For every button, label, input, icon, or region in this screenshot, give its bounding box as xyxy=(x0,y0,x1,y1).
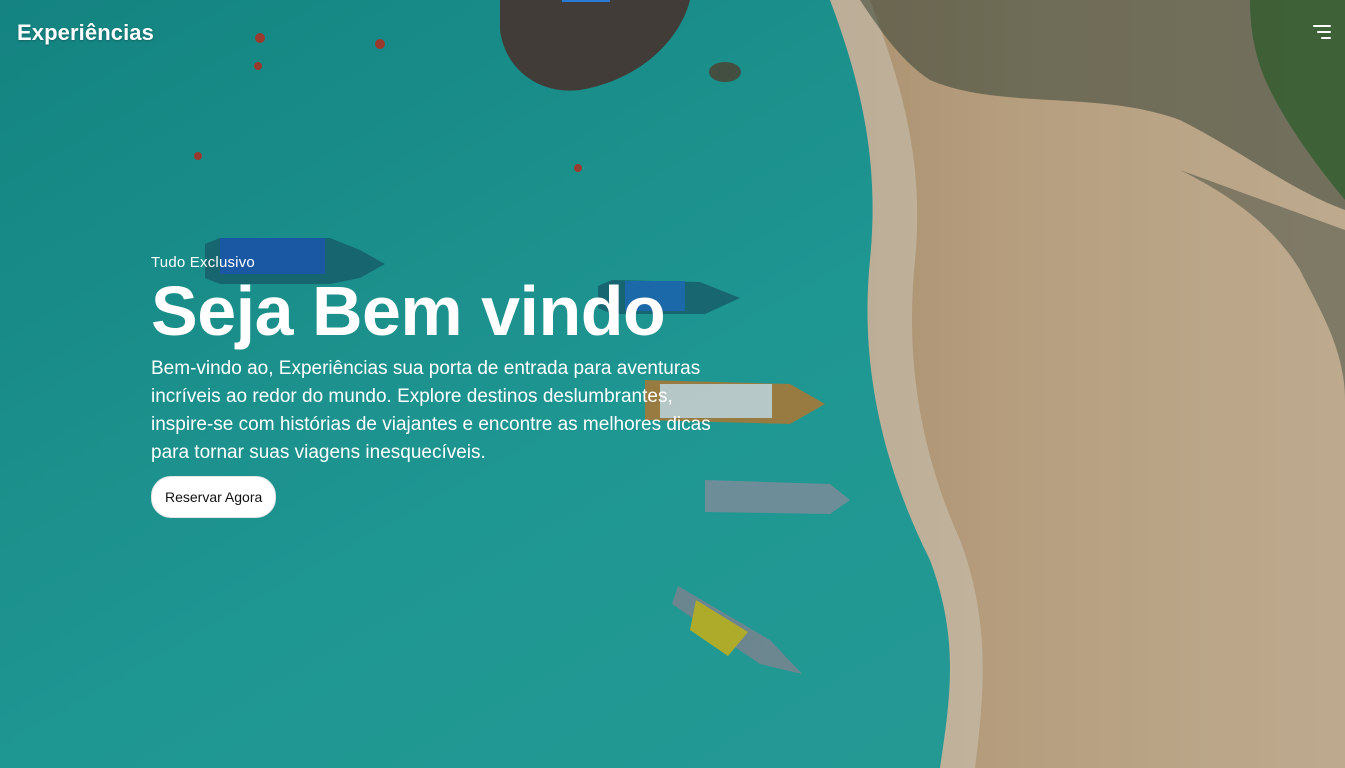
brand-logo[interactable]: Experiências xyxy=(17,20,154,46)
hero-section: Experiências Tudo Exclusivo Seja Bem vin… xyxy=(0,0,1345,768)
menu-line-middle xyxy=(1317,31,1331,33)
hero-description: Bem-vindo ao, Experiências sua porta de … xyxy=(151,358,711,463)
hamburger-menu-icon[interactable] xyxy=(1313,25,1331,39)
reserve-now-button[interactable]: Reservar Agora xyxy=(151,476,277,518)
hero-content: Tudo Exclusivo Seja Bem vindo Bem-vindo … xyxy=(151,254,751,518)
top-accent-bar xyxy=(562,0,610,2)
hero-eyebrow: Tudo Exclusivo xyxy=(151,254,255,271)
hero-title: Seja Bem vindo xyxy=(151,272,666,350)
menu-line-bottom xyxy=(1321,37,1331,39)
menu-line-top xyxy=(1313,25,1331,27)
